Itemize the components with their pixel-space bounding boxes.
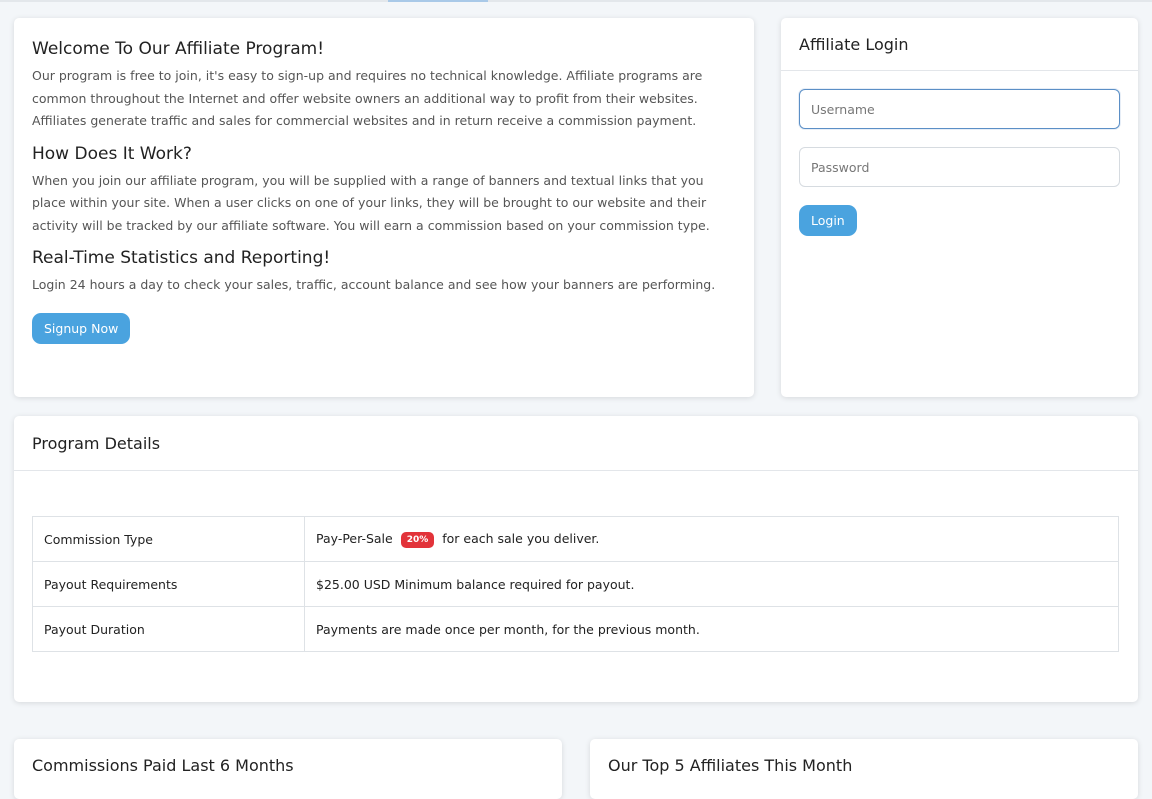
commission-type-suffix: for each sale you deliver. [442, 530, 600, 546]
payout-duration-label: Payout Duration [32, 606, 305, 652]
statistics-title: Real-Time Statistics and Reporting! [32, 248, 331, 268]
program-details-card: Program Details Commission Type Pay-Per-… [14, 416, 1138, 702]
username-input[interactable] [799, 89, 1120, 129]
login-form: Login [781, 71, 1138, 254]
welcome-paragraph: Our program is free to join, it's easy t… [32, 68, 703, 128]
how-it-works-title: How Does It Work? [32, 143, 192, 164]
active-tab-indicator [388, 0, 488, 2]
commission-rate-badge: 20% [400, 531, 435, 548]
password-input[interactable] [799, 147, 1120, 187]
table-row: Payout Requirements $25.00 USD Minimum b… [32, 561, 1119, 607]
top-nav-strip [0, 0, 1152, 2]
commission-type-value: Pay-Per-Sale 20% for each sale you deliv… [304, 516, 1119, 562]
statistics-paragraph: Login 24 hours a day to check your sales… [32, 277, 716, 292]
welcome-card: Welcome To Our Affiliate Program! Our pr… [14, 18, 754, 397]
top-affiliates-card: Our Top 5 Affiliates This Month [590, 739, 1138, 799]
commission-type-text: Pay-Per-Sale [316, 530, 393, 546]
signup-button[interactable]: Signup Now [32, 312, 131, 344]
table-row: Payout Duration Payments are made once p… [32, 606, 1119, 652]
top-affiliates-title: Our Top 5 Affiliates This Month [608, 756, 853, 775]
table-row: Commission Type Pay-Per-Sale 20% for eac… [32, 516, 1119, 562]
login-button[interactable]: Login [799, 205, 857, 236]
welcome-title: Welcome To Our Affiliate Program! [32, 39, 325, 59]
commissions-title: Commissions Paid Last 6 Months [32, 756, 294, 775]
program-details-table: Commission Type Pay-Per-Sale 20% for eac… [32, 516, 1119, 652]
payout-requirements-label: Payout Requirements [32, 561, 305, 607]
commissions-card: Commissions Paid Last 6 Months [14, 739, 562, 799]
payout-duration-value: Payments are made once per month, for th… [304, 606, 1119, 652]
login-card-title: Affiliate Login [781, 18, 1138, 71]
payout-requirements-value: $25.00 USD Minimum balance required for … [304, 561, 1119, 607]
program-details-title: Program Details [14, 416, 1138, 471]
how-it-works-paragraph: When you join our affiliate program, you… [32, 172, 710, 233]
commission-type-label: Commission Type [32, 516, 305, 562]
login-card: Affiliate Login Login [781, 18, 1138, 397]
